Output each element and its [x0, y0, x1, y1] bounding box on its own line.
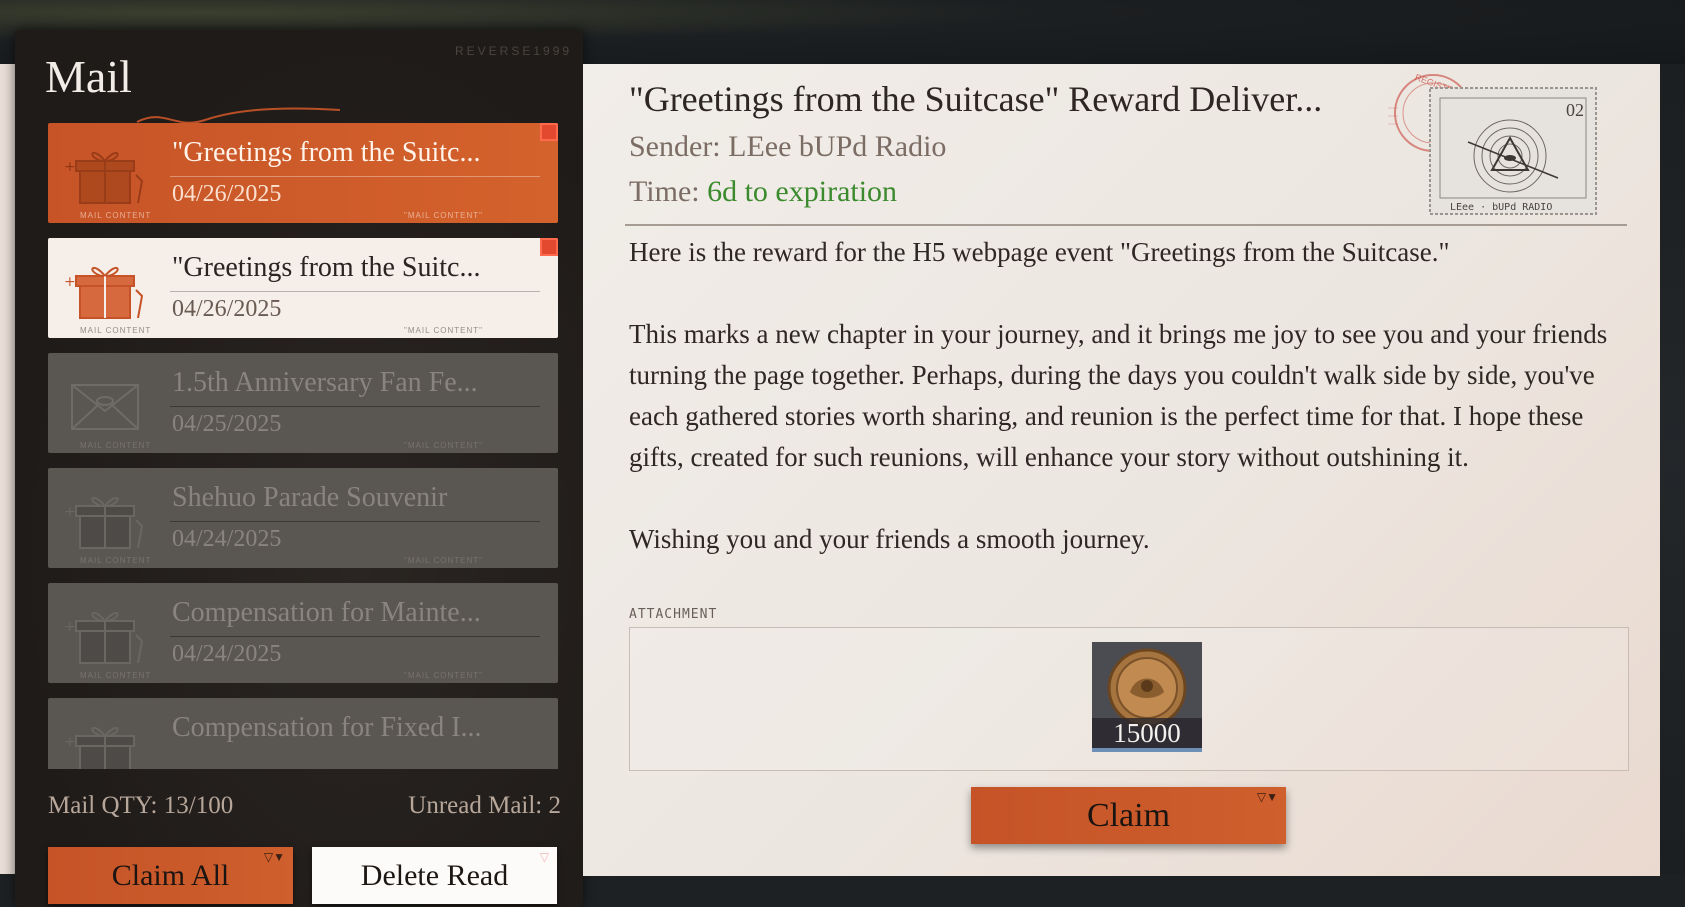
mail-item-title: Compensation for Mainte...: [172, 597, 481, 628]
stamp-footer: LEee · bUPd RADIO: [1450, 202, 1552, 213]
mail-detail-panel: "Greetings from the Suitcase" Reward Del…: [583, 64, 1660, 876]
mail-body: Here is the reward for the H5 webpage ev…: [629, 232, 1629, 560]
mail-item-tag-left: MAIL CONTENT: [80, 671, 152, 680]
mail-body-paragraph: Here is the reward for the H5 webpage ev…: [629, 237, 1450, 267]
mail-detail-title: "Greetings from the Suitcase" Reward Del…: [629, 79, 1323, 119]
mail-item-tag-right: "MAIL CONTENT": [404, 211, 483, 220]
attachment-label: ATTACHMENT: [629, 607, 718, 622]
mail-item-tag-left: MAIL CONTENT: [80, 441, 152, 450]
mail-item-tag-right: "MAIL CONTENT": [404, 326, 483, 335]
gift-icon: +: [64, 266, 144, 319]
time-label: Time:: [629, 175, 708, 208]
chevron-down-icon: ▽▼: [1256, 790, 1278, 804]
attachment-count: 15000: [1092, 718, 1202, 748]
mail-body-paragraph: Wishing you and your friends a smooth jo…: [629, 524, 1150, 554]
mail-time: Time: 6d to expiration: [629, 175, 897, 209]
mail-item-title: 1.5th Anniversary Fan Fe...: [172, 367, 478, 398]
delete-read-button[interactable]: Delete Read ▽: [312, 847, 557, 904]
mail-item-tag-right: "MAIL CONTENT": [404, 671, 483, 680]
mail-item-date: 04/24/2025: [172, 526, 282, 552]
radio-stamp-icon: 02 LEee · bUPd RADIO: [1429, 87, 1597, 215]
attachment-box: 15000: [629, 627, 1629, 771]
svg-text:+: +: [64, 159, 76, 175]
chevron-down-icon: ▽: [539, 850, 549, 864]
panel-title: Mail: [45, 51, 132, 102]
header-divider: [625, 224, 1627, 226]
brand-watermark: REVERSE1999: [455, 44, 573, 58]
mail-item-title: "Greetings from the Suitc...: [172, 137, 481, 168]
gift-icon: +: [64, 151, 144, 204]
mail-item-date: 04/26/2025: [172, 181, 282, 207]
stamp-number: 02: [1566, 100, 1584, 120]
mail-list-panel: REVERSE1999 Mail + "Greetings from the S…: [15, 30, 583, 907]
mail-item-date: 04/26/2025: [172, 296, 282, 322]
mail-sender: Sender: LEee bUPd Radio: [629, 130, 947, 163]
envelope-icon: [71, 384, 139, 430]
mail-item[interactable]: + "Greetings from the Suitc... 04/26/202…: [48, 238, 558, 338]
mail-item[interactable]: + Compensation for Mainte... 04/24/2025 …: [48, 583, 558, 683]
mail-quantity: Mail QTY: 13/100: [48, 792, 234, 819]
mail-item[interactable]: + "Greetings from the Suitc... 04/26/202…: [48, 123, 558, 223]
mail-item-tag-right: "MAIL CONTENT": [404, 441, 483, 450]
mail-item-title: Shehuo Parade Souvenir: [172, 482, 448, 513]
mail-item[interactable]: + Shehuo Parade Souvenir 04/24/2025 MAIL…: [48, 468, 558, 568]
claim-all-button[interactable]: Claim All ▽▼: [48, 847, 293, 904]
expiration-value: 6d to expiration: [707, 175, 898, 208]
mail-item-divider: [170, 636, 540, 637]
mail-item-divider: [170, 406, 540, 407]
gift-icon: +: [64, 726, 135, 769]
mail-item-title: "Greetings from the Suitc...: [172, 252, 481, 283]
delete-read-label: Delete Read: [360, 859, 509, 892]
claim-all-label: Claim All: [111, 859, 230, 892]
mail-item-divider: [170, 176, 540, 177]
mail-item[interactable]: 1.5th Anniversary Fan Fe... 04/25/2025 M…: [48, 353, 558, 453]
mail-item-divider: [170, 521, 540, 522]
mail-item-date: 04/24/2025: [172, 641, 282, 667]
background-left-strip: [0, 64, 16, 874]
mail-item-tag-left: MAIL CONTENT: [80, 211, 152, 220]
unread-mail-count: Unread Mail: 2: [408, 792, 561, 819]
claim-button[interactable]: Claim ▽▼: [971, 787, 1286, 844]
mail-body-paragraph: This marks a new chapter in your journey…: [629, 319, 1608, 472]
mail-list[interactable]: + "Greetings from the Suitc... 04/26/202…: [48, 123, 573, 769]
svg-text:+: +: [64, 619, 76, 635]
svg-text:+: +: [64, 274, 76, 290]
chevron-down-icon: ▽▼: [263, 850, 285, 864]
mail-item-tag-left: MAIL CONTENT: [80, 556, 152, 565]
mail-item-tag-left: MAIL CONTENT: [80, 326, 152, 335]
mail-item-title: Compensation for Fixed I...: [172, 712, 482, 743]
claim-label: Claim: [1086, 797, 1171, 834]
svg-text:+: +: [64, 734, 76, 750]
gift-icon: +: [64, 611, 144, 664]
unread-indicator: [540, 238, 558, 256]
mail-item-date: 04/25/2025: [172, 411, 282, 437]
unread-indicator: [540, 123, 558, 141]
mail-item-divider: [170, 291, 540, 292]
mail-item-tag-right: "MAIL CONTENT": [404, 556, 483, 565]
attachment-item[interactable]: 15000: [1092, 642, 1202, 752]
mail-item[interactable]: + Compensation for Fixed I...: [48, 698, 558, 769]
gift-icon: +: [64, 496, 144, 549]
svg-text:+: +: [64, 504, 76, 520]
